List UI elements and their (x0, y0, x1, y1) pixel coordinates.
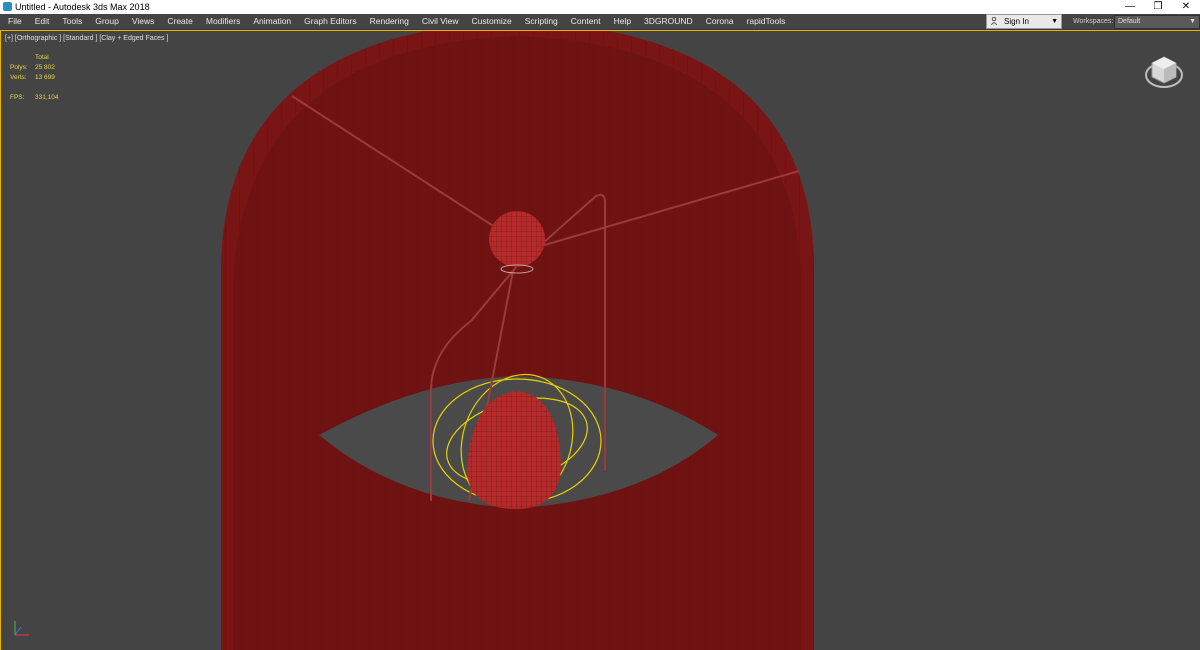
scene-render[interactable] (1, 31, 1200, 650)
verts-label: Verts: (10, 74, 27, 81)
chevron-down-icon: ▼ (1051, 18, 1058, 25)
chevron-down-icon: ▼ (1189, 18, 1196, 25)
workspaces-value: Default (1118, 18, 1141, 25)
window-controls: — ❐ ✕ (1116, 0, 1200, 14)
workspaces-label: Workspaces: (1073, 18, 1114, 25)
stats-header: Total (35, 54, 49, 61)
close-button[interactable]: ✕ (1172, 0, 1200, 14)
menu-tools[interactable]: Tools (62, 14, 82, 29)
menu-content[interactable]: Content (571, 14, 601, 29)
main-menu: File Edit Tools Group Views Create Modif… (0, 14, 790, 29)
viewport-label[interactable]: [+] [Orthographic ] [Standard ] [Clay + … (5, 35, 168, 42)
finial-sphere[interactable] (489, 211, 545, 267)
viewcube-icon[interactable] (1144, 51, 1184, 91)
menu-customize[interactable]: Customize (472, 14, 512, 29)
menu-graph-editors[interactable]: Graph Editors (304, 14, 356, 29)
fps-value: 331,104 (35, 94, 59, 101)
verts-value: 13 699 (35, 74, 55, 81)
menu-rapidtools[interactable]: rapidTools (747, 14, 786, 29)
menu-file[interactable]: File (8, 14, 22, 29)
lampshade-inner (233, 36, 801, 650)
user-icon (991, 17, 997, 25)
sign-in-label: Sign In (1004, 17, 1029, 26)
minimize-button[interactable]: — (1116, 0, 1144, 14)
menu-rendering[interactable]: Rendering (370, 14, 409, 29)
viewport-statistics: Total Polys: 25 802 Verts: 13 699 FPS: 3… (10, 53, 90, 103)
menu-help[interactable]: Help (614, 14, 631, 29)
menu-civil-view[interactable]: Civil View (422, 14, 459, 29)
menu-scripting[interactable]: Scripting (525, 14, 558, 29)
app-icon[interactable] (3, 2, 12, 11)
menu-corona[interactable]: Corona (706, 14, 734, 29)
maximize-button[interactable]: ❐ (1144, 0, 1172, 14)
polys-label: Polys: (10, 64, 28, 71)
menu-edit[interactable]: Edit (35, 14, 50, 29)
menu-group[interactable]: Group (95, 14, 119, 29)
title-bar: Untitled - Autodesk 3ds Max 2018 — ❐ ✕ (0, 0, 1200, 14)
window-title: Untitled - Autodesk 3ds Max 2018 (15, 2, 150, 12)
menu-views[interactable]: Views (132, 14, 155, 29)
sign-in-dropdown[interactable]: Sign In ▼ (986, 14, 1062, 29)
menu-3dground[interactable]: 3DGROUND (644, 14, 693, 29)
polys-value: 25 802 (35, 64, 55, 71)
menu-create[interactable]: Create (167, 14, 193, 29)
perspective-viewport[interactable]: [+] [Orthographic ] [Standard ] [Clay + … (0, 30, 1200, 650)
menu-animation[interactable]: Animation (253, 14, 291, 29)
axis-tripod-icon (14, 621, 29, 636)
menu-modifiers[interactable]: Modifiers (206, 14, 240, 29)
fps-label: FPS: (10, 94, 25, 101)
workspaces-select[interactable]: Default ▼ (1114, 15, 1200, 29)
